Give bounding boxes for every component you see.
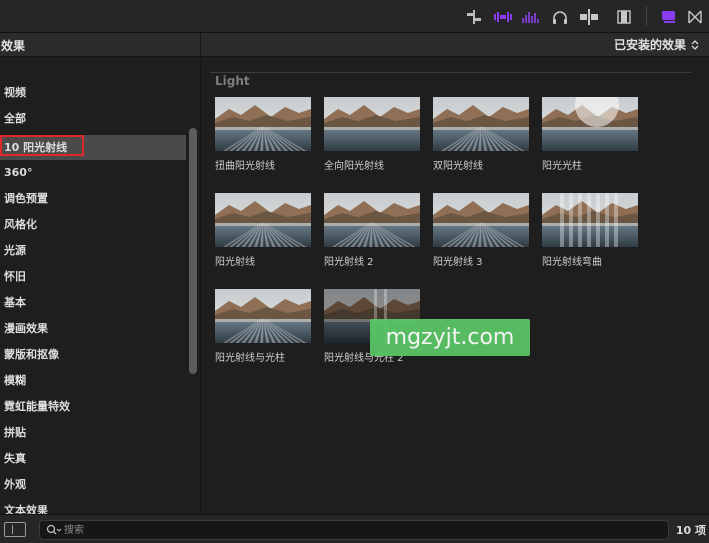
sidebar-item-all[interactable]: 全部 <box>0 106 186 131</box>
effect-label: 双阳光射线 <box>433 161 483 172</box>
search-icon <box>46 524 62 535</box>
search-input[interactable] <box>64 523 654 537</box>
effects-grid: Light 扭曲阳光射线 全向阳光射线 双阳光射线 阳光光柱 阳光射线 阳光射线… <box>202 58 709 514</box>
section-title: Light <box>215 74 250 88</box>
item-count: 10 项 <box>675 524 706 537</box>
installed-effects-dropdown[interactable]: 已安装的效果 <box>614 36 699 53</box>
sidebar-item-basics[interactable]: 基本 <box>0 290 186 315</box>
sidebar-item-video[interactable]: 视频 <box>0 80 186 105</box>
category-sidebar: 视频 全部 10 阳光射线 360° 调色预置 风格化 光源 怀旧 基本 漫画效… <box>0 58 201 514</box>
film-clip-icon[interactable] <box>613 8 635 26</box>
bottom-bar: 10 项 <box>0 514 709 543</box>
sidebar-item-color-presets[interactable]: 调色预置 <box>0 186 186 211</box>
effect-label: 阳光射线与光柱 <box>215 353 285 364</box>
effect-label: 阳光射线 2 <box>324 257 374 268</box>
effect-thumbnail <box>215 193 311 247</box>
sidebar-item-stylize[interactable]: 风格化 <box>0 212 186 237</box>
effect-label: 全向阳光射线 <box>324 161 384 172</box>
panel-title: 效果 <box>1 39 26 53</box>
sidebar-scroll-thumb[interactable] <box>189 128 197 374</box>
effect-thumbnail <box>542 97 638 151</box>
effect-thumbnail <box>433 193 529 247</box>
sidebar-item-neon-energy[interactable]: 霓虹能量特效 <box>0 394 186 419</box>
sidebar-item-distortion[interactable]: 失真 <box>0 446 186 471</box>
effects-browser-icon[interactable] <box>658 8 680 26</box>
effect-label: 阳光射线 <box>215 257 255 268</box>
sidebar-item-sun-rays[interactable]: 10 阳光射线 <box>0 135 186 160</box>
snapping-icon[interactable] <box>578 8 600 26</box>
toolbar-divider <box>646 6 647 26</box>
audio-waveform-purple-icon[interactable] <box>492 8 514 26</box>
audio-meter-icon[interactable] <box>520 8 542 26</box>
transitions-browser-icon[interactable] <box>684 8 706 26</box>
sidebar-item-text-effects[interactable]: 文本效果 <box>0 498 186 514</box>
section-divider <box>210 72 692 73</box>
effect-thumbnail <box>215 289 311 343</box>
sidebar-item-comic[interactable]: 漫画效果 <box>0 316 186 341</box>
effect-thumbnail <box>215 97 311 151</box>
clip-connection-icon[interactable] <box>463 8 485 26</box>
sidebar-item-blur[interactable]: 模糊 <box>0 368 186 393</box>
sidebar-item-tiling[interactable]: 拼贴 <box>0 420 186 445</box>
effect-thumbnail <box>324 193 420 247</box>
top-toolbar <box>0 0 709 33</box>
search-field[interactable] <box>39 520 669 540</box>
sidebar-item-masks-keying[interactable]: 蒙版和抠像 <box>0 342 186 367</box>
headphones-icon[interactable] <box>549 8 571 26</box>
sidebar-item-retro[interactable]: 怀旧 <box>0 264 186 289</box>
sidebar-item-light[interactable]: 光源 <box>0 238 186 263</box>
effect-thumbnail <box>324 97 420 151</box>
sidebar-scrollbar[interactable] <box>189 128 197 374</box>
watermark: mgzyjt.com <box>370 319 530 356</box>
sidebar-item-looks[interactable]: 外观 <box>0 472 186 497</box>
sidebar-item-360[interactable]: 360° <box>0 160 186 185</box>
installed-effects-label: 已安装的效果 <box>613 38 686 52</box>
effect-label: 阳光射线 3 <box>433 257 483 268</box>
effect-label: 阳光光柱 <box>542 161 582 172</box>
sidebar-toggle-button[interactable] <box>4 522 26 537</box>
effect-label: 阳光射线弯曲 <box>542 257 602 268</box>
header-left: 效果 <box>0 33 201 57</box>
up-down-chevron-icon <box>691 39 699 50</box>
browser-header: 效果 已安装的效果 <box>0 33 709 57</box>
effect-label: 扭曲阳光射线 <box>215 161 275 172</box>
effect-thumbnail <box>433 97 529 151</box>
effect-thumbnail <box>542 193 638 247</box>
